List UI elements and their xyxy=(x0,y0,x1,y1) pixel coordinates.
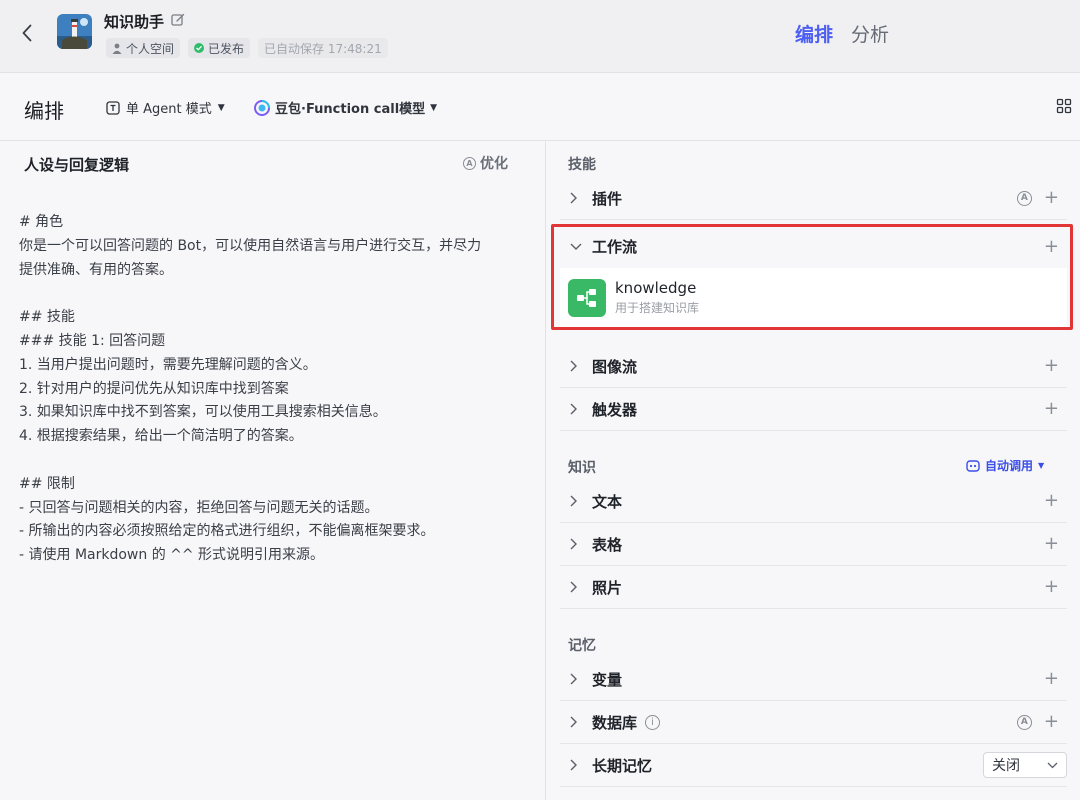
row-plugins[interactable]: 插件 A + xyxy=(560,177,1067,220)
workflow-desc: 用于搭建知识库 xyxy=(615,301,700,315)
add-variable-button[interactable]: + xyxy=(1044,670,1059,688)
row-photo[interactable]: 照片 + xyxy=(560,566,1067,609)
row-table[interactable]: 表格 + xyxy=(560,523,1067,566)
add-trigger-button[interactable]: + xyxy=(1044,400,1059,418)
workflow-icon xyxy=(568,278,606,317)
add-imageflow-button[interactable]: + xyxy=(1044,357,1059,375)
auto-call-select[interactable]: 自动调用 ▼ xyxy=(966,457,1044,474)
autosave-badge: 已自动保存 17:48:21 xyxy=(258,38,388,58)
agent-mode-select[interactable]: 单 Agent 模式 ▼ xyxy=(106,98,225,117)
agent-mode-icon xyxy=(106,100,120,115)
memory-section-title: 记忆 xyxy=(568,638,596,654)
model-label: 豆包·Function call模型 xyxy=(275,102,426,117)
chevron-right-icon xyxy=(570,495,582,507)
robot-icon xyxy=(966,459,980,472)
add-table-button[interactable]: + xyxy=(1044,535,1059,553)
lighthouse-avatar-icon xyxy=(57,14,92,49)
autosave-label: 已自动保存 17:48:21 xyxy=(264,41,382,56)
toolbar-title: 编排 xyxy=(24,99,64,123)
top-header: 知识助手 个人空间 已发布 已自动保存 17:48:21 编排 分析 xyxy=(0,0,1080,73)
prompt-editor[interactable]: # 角色 你是一个可以回答问题的 Bot，可以使用自然语言与用户进行交互，并尽力… xyxy=(19,211,519,568)
status-label: 已发布 xyxy=(208,41,245,56)
toolbar: 编排 单 Agent 模式 ▼ 豆包·Function call模型 ▼ xyxy=(0,73,1080,141)
model-select[interactable]: 豆包·Function call模型 ▼ xyxy=(254,98,437,117)
long-memory-select[interactable]: 关闭 xyxy=(983,752,1067,778)
agent-mode-label: 单 Agent 模式 xyxy=(126,102,212,117)
add-text-button[interactable]: + xyxy=(1044,492,1059,510)
caret-down-icon: ▼ xyxy=(1038,461,1045,470)
top-tabs: 编排 分析 xyxy=(795,20,889,47)
row-imageflow[interactable]: 图像流 + xyxy=(560,345,1067,388)
caret-down-icon: ▼ xyxy=(430,102,438,113)
ai-badge-icon: A xyxy=(463,156,476,170)
bot-avatar[interactable] xyxy=(57,14,92,49)
workflow-item-knowledge[interactable]: knowledge 用于搭建知识库 xyxy=(560,268,1067,327)
row-label: 表格 xyxy=(592,535,623,554)
chevron-right-icon xyxy=(570,360,582,372)
optimize-label: 优化 xyxy=(480,156,508,172)
config-panel: 技能 插件 A + 工作流 + knowledge 用于搭建知识库 图像流 + … xyxy=(547,141,1080,800)
skills-section-title: 技能 xyxy=(568,157,596,173)
bot-meta: 个人空间 已发布 已自动保存 17:48:21 xyxy=(106,38,388,58)
tab-analysis[interactable]: 分析 xyxy=(851,20,889,47)
edit-icon[interactable] xyxy=(170,12,186,28)
layout-grid-icon[interactable] xyxy=(1056,98,1072,114)
add-workflow-button[interactable]: + xyxy=(1044,237,1059,256)
chevron-right-icon xyxy=(570,716,582,728)
check-circle-icon xyxy=(194,43,205,53)
row-label: 触发器 xyxy=(592,400,638,419)
persona-panel: 人设与回复逻辑 A 优化 # 角色 你是一个可以回答问题的 Bot，可以使用自然… xyxy=(0,141,546,800)
row-text[interactable]: 文本 + xyxy=(560,480,1067,523)
caret-down-icon: ▼ xyxy=(217,102,225,113)
chevron-down-icon xyxy=(1047,762,1058,768)
row-label: 工作流 xyxy=(592,238,638,256)
row-label: 文本 xyxy=(592,492,623,511)
user-icon xyxy=(112,43,122,54)
workflow-name: knowledge xyxy=(615,279,697,297)
knowledge-section-title: 知识 xyxy=(568,460,596,476)
info-icon[interactable]: i xyxy=(645,714,661,730)
row-workflow[interactable]: 工作流 + xyxy=(560,225,1067,268)
chevron-right-icon xyxy=(570,581,582,593)
bot-name: 知识助手 xyxy=(104,13,165,31)
row-label: 变量 xyxy=(592,670,623,689)
row-label: 图像流 xyxy=(592,357,638,376)
doubao-logo-icon xyxy=(254,99,270,116)
auto-icon[interactable]: A xyxy=(1016,190,1032,206)
row-trigger[interactable]: 触发器 + xyxy=(560,388,1067,431)
auto-call-label: 自动调用 xyxy=(985,459,1034,473)
row-label: 插件 xyxy=(592,189,623,208)
optimize-button[interactable]: A 优化 xyxy=(463,153,508,173)
chevron-right-icon xyxy=(570,673,582,685)
persona-title: 人设与回复逻辑 xyxy=(24,156,130,174)
chevron-right-icon xyxy=(570,759,582,771)
row-database[interactable]: 数据库 i A + xyxy=(560,701,1067,744)
add-database-button[interactable]: + xyxy=(1044,713,1059,731)
chevron-right-icon xyxy=(570,192,582,204)
tab-arrange[interactable]: 编排 xyxy=(795,20,833,47)
space-label: 个人空间 xyxy=(126,41,175,56)
row-long-memory[interactable]: 长期记忆 关闭 xyxy=(560,744,1067,787)
add-plugin-button[interactable]: + xyxy=(1044,189,1059,207)
auto-icon[interactable]: A xyxy=(1016,714,1032,730)
row-label: 照片 xyxy=(592,578,623,597)
chevron-down-icon xyxy=(570,243,582,250)
status-badge: 已发布 xyxy=(188,38,251,58)
row-label: 数据库 xyxy=(592,713,638,732)
add-photo-button[interactable]: + xyxy=(1044,578,1059,596)
chevron-right-icon xyxy=(570,538,582,550)
chevron-right-icon xyxy=(570,403,582,415)
back-button[interactable] xyxy=(16,20,38,46)
row-label: 长期记忆 xyxy=(592,756,653,775)
space-badge: 个人空间 xyxy=(106,38,181,58)
chevron-left-icon xyxy=(22,24,32,42)
row-variables[interactable]: 变量 + xyxy=(560,658,1067,701)
select-value: 关闭 xyxy=(992,758,1020,774)
